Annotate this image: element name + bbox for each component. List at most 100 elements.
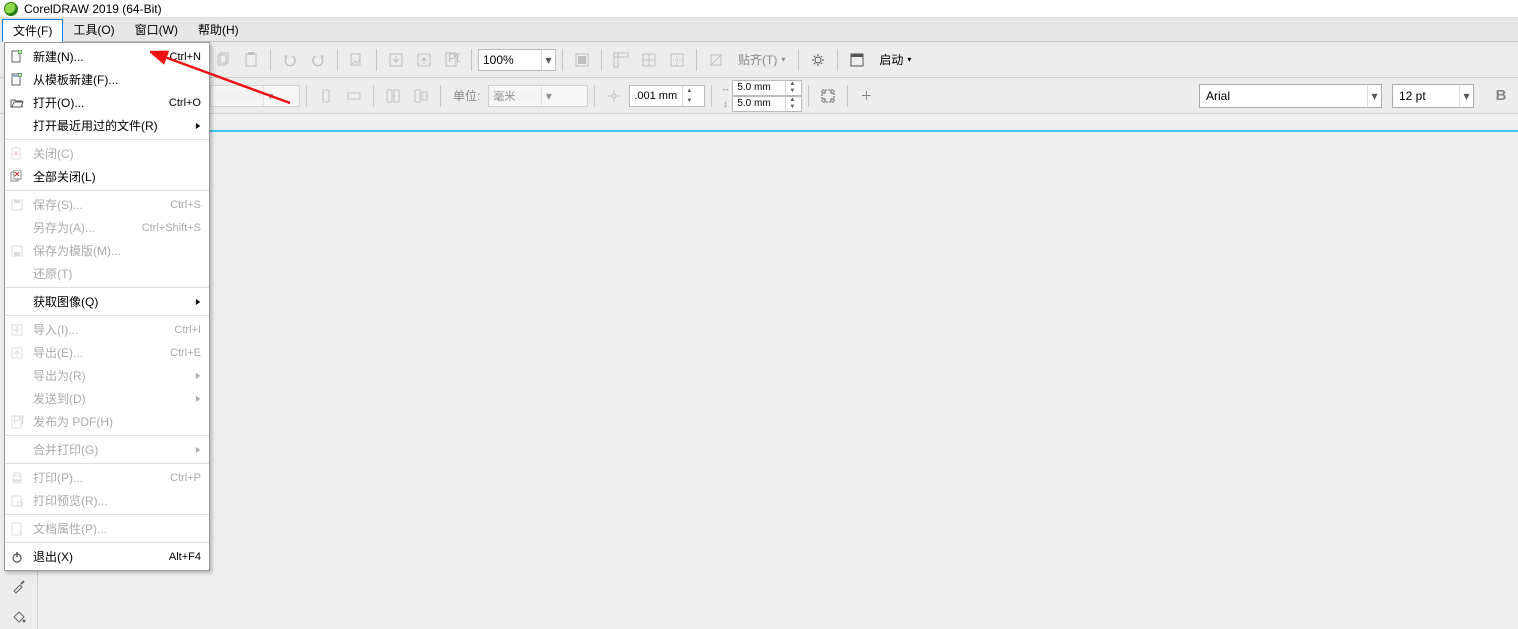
menu-item-export-for: 导出为(R) ▶: [5, 364, 209, 387]
menu-item-new-from-template[interactable]: 从模板新建(F)...: [5, 68, 209, 91]
snap-to-dropdown[interactable]: 贴齐(T) ▾: [731, 49, 792, 71]
submenu-arrow-icon: ▶: [196, 121, 200, 130]
search-content-button[interactable]: [344, 47, 370, 73]
dup-x-icon: ↔: [718, 83, 732, 93]
toolbar-separator: [373, 85, 374, 107]
options-button[interactable]: [805, 47, 831, 73]
menu-item-close: 关闭(C): [5, 142, 209, 165]
treat-as-filled-button[interactable]: [815, 83, 841, 109]
units-combo[interactable]: ▾: [488, 85, 588, 107]
undo-button[interactable]: [277, 47, 303, 73]
menu-item-exit[interactable]: 退出(X) Alt+F4: [5, 545, 209, 568]
font-size-input[interactable]: [1393, 89, 1459, 103]
duplicate-x-field[interactable]: ▲▼: [732, 80, 802, 96]
chevron-down-icon[interactable]: ▾: [1367, 85, 1381, 107]
save-icon: [7, 196, 27, 214]
close-all-icon: [7, 168, 27, 186]
nudge-distance-field[interactable]: ▲▼: [629, 85, 705, 107]
standard-toolbar: PDF ▾ 贴齐(T) ▾ 启动 ▾: [0, 42, 1518, 78]
menu-item-new[interactable]: 新建(N)... Ctrl+N: [5, 45, 209, 68]
landscape-button[interactable]: [341, 83, 367, 109]
close-icon: [7, 145, 27, 163]
export-icon: [7, 344, 27, 362]
export-button[interactable]: [411, 47, 437, 73]
menu-file[interactable]: 文件(F): [2, 19, 63, 42]
property-bar: ▾ 单位: ▾ ▲▼ ↔ ▲▼ ↕ ▲▼ ＋ ▾ ▾ B: [0, 78, 1518, 114]
duplicate-y-field[interactable]: ▲▼: [732, 96, 802, 112]
menu-item-import: 导入(I)... Ctrl+I: [5, 318, 209, 341]
font-family-input[interactable]: [1200, 89, 1367, 103]
snap-off-button[interactable]: [703, 47, 729, 73]
submenu-arrow-icon: ▶: [196, 297, 200, 306]
properties-icon: [7, 520, 27, 538]
menu-item-save-as-template: 保存为模版(M)...: [5, 239, 209, 262]
menu-item-acquire-image[interactable]: 获取图像(Q) ▶: [5, 290, 209, 313]
template-icon: [7, 71, 27, 89]
fullscreen-preview-button[interactable]: [569, 47, 595, 73]
paste-button[interactable]: [238, 47, 264, 73]
fill-tool[interactable]: [5, 605, 33, 629]
toolbar-separator: [711, 85, 712, 107]
page-size-combo[interactable]: ▾: [210, 85, 300, 107]
menu-help[interactable]: 帮助(H): [188, 18, 249, 41]
font-size-combo[interactable]: ▾: [1392, 84, 1474, 108]
units-label: 单位:: [447, 87, 486, 104]
copy-button[interactable]: [210, 47, 236, 73]
app-launcher-icon[interactable]: [844, 47, 870, 73]
bold-button[interactable]: B: [1488, 83, 1514, 109]
toolbar-separator: [808, 85, 809, 107]
menu-item-save-as: 另存为(A)... Ctrl+Shift+S: [5, 216, 209, 239]
chevron-down-icon[interactable]: ▾: [541, 50, 555, 70]
menu-tools[interactable]: 工具(O): [63, 18, 124, 41]
nudge-input[interactable]: [630, 90, 682, 102]
menu-item-open[interactable]: 打开(O)... Ctrl+O: [5, 91, 209, 114]
eyedropper-tool[interactable]: [5, 574, 33, 599]
submenu-arrow-icon: ▶: [196, 394, 200, 403]
menu-separator: [5, 514, 209, 515]
menu-separator: [5, 542, 209, 543]
menu-item-open-recent[interactable]: 打开最近用过的文件(R) ▶: [5, 114, 209, 137]
redo-button[interactable]: [305, 47, 331, 73]
snap-label: 贴齐(T): [738, 51, 777, 68]
menu-item-close-all[interactable]: 全部关闭(L): [5, 165, 209, 188]
spinner-down[interactable]: ▼: [683, 96, 695, 106]
toolbar-separator: [562, 49, 563, 71]
menu-window[interactable]: 窗口(W): [125, 18, 188, 41]
import-icon: [7, 321, 27, 339]
menu-separator: [5, 315, 209, 316]
show-rulers-button[interactable]: [608, 47, 634, 73]
all-pages-button[interactable]: [380, 83, 406, 109]
current-page-button[interactable]: [408, 83, 434, 109]
zoom-input[interactable]: [479, 53, 541, 67]
show-guidelines-button[interactable]: [664, 47, 690, 73]
app-title: CorelDRAW 2019 (64-Bit): [24, 2, 162, 16]
menu-separator: [5, 139, 209, 140]
toolbar-separator: [471, 49, 472, 71]
publish-pdf-button[interactable]: PDF: [439, 47, 465, 73]
menu-item-publish-pdf: PDF 发布为 PDF(H): [5, 410, 209, 433]
submenu-arrow-icon: ▶: [196, 445, 200, 454]
menu-item-doc-properties: 文档属性(P)...: [5, 517, 209, 540]
add-toolbar-button[interactable]: ＋: [854, 84, 878, 108]
zoom-level-combo[interactable]: ▾: [478, 49, 556, 71]
toolbar-separator: [337, 49, 338, 71]
font-family-combo[interactable]: ▾: [1199, 84, 1382, 108]
menu-separator: [5, 190, 209, 191]
import-button[interactable]: [383, 47, 409, 73]
spinner-up[interactable]: ▲: [683, 86, 695, 96]
power-icon: [7, 548, 27, 566]
svg-text:PDF: PDF: [13, 415, 24, 427]
toolbar-separator: [696, 49, 697, 71]
launch-dropdown[interactable]: 启动 ▾: [872, 49, 918, 71]
chevron-down-icon[interactable]: ▾: [1459, 85, 1473, 107]
chevron-down-icon[interactable]: ▾: [541, 86, 555, 106]
portrait-button[interactable]: [313, 83, 339, 109]
new-file-icon: [7, 48, 27, 66]
menu-item-revert: 还原(T): [5, 262, 209, 285]
toolbar-separator: [440, 85, 441, 107]
show-grid-button[interactable]: [636, 47, 662, 73]
drawing-canvas[interactable]: [38, 114, 1518, 629]
menu-item-print-preview: 打印预览(R)...: [5, 489, 209, 512]
app-icon: [4, 2, 18, 16]
menu-separator: [5, 463, 209, 464]
